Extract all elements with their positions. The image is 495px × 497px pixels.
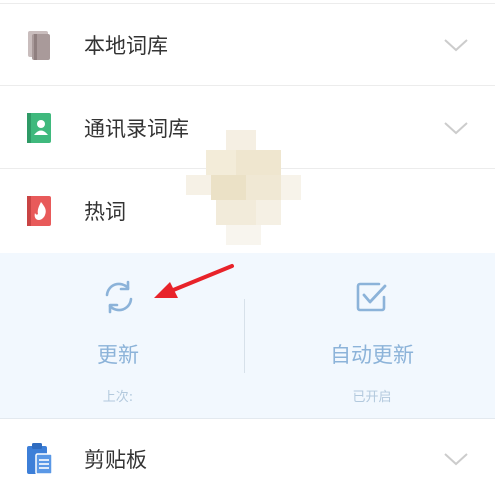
- row-local-label: 本地词库: [84, 34, 168, 58]
- chevron-down-icon[interactable]: [443, 36, 469, 54]
- chevron-down-icon[interactable]: [443, 450, 469, 468]
- last-update-text: 上次:: [102, 390, 134, 405]
- contacts-book-icon: [27, 113, 51, 143]
- blurred-region: [186, 130, 301, 245]
- row-hot-label: 热词: [84, 200, 126, 224]
- book-icon: [28, 31, 50, 60]
- dictionary-settings-screen: 本地词库 通讯录词库 热词 更新 上次: 自动更新 已开启 剪贴板: [0, 0, 495, 497]
- checkbox-checked-icon: [356, 282, 387, 312]
- row-local-dictionary[interactable]: 本地词库: [0, 6, 495, 86]
- update-panel: 更新 上次: 自动更新 已开启: [0, 253, 495, 419]
- auto-update-label: 自动更新: [330, 343, 414, 367]
- row-clipboard-label: 剪贴板: [84, 448, 147, 472]
- flame-book-icon: [27, 196, 51, 226]
- chevron-down-icon[interactable]: [443, 119, 469, 137]
- clipboard-icon: [27, 443, 53, 475]
- row-divider: [0, 85, 495, 86]
- row-contacts-label: 通讯录词库: [84, 117, 189, 141]
- refresh-icon: [105, 280, 133, 314]
- update-label: 更新: [97, 343, 139, 367]
- annotation-arrow-icon: [154, 264, 234, 298]
- top-divider: [0, 3, 495, 4]
- auto-update-status: 已开启: [352, 390, 392, 405]
- row-clipboard[interactable]: 剪贴板: [0, 420, 495, 497]
- auto-update-button[interactable]: 自动更新 已开启: [245, 253, 495, 419]
- panel-bottom-divider: [0, 418, 495, 419]
